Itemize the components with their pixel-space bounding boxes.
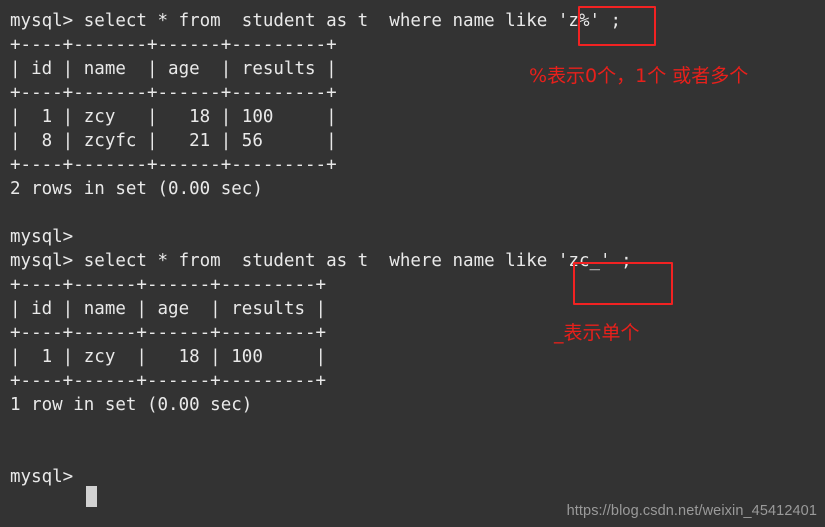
terminal-line-result-summary-2: 1 row in set (0.00 sec) [10, 395, 253, 415]
terminal-line-table1-row-2: | 8 | zcyfc | 21 | 56 | [10, 131, 337, 151]
terminal-line-active-prompt: mysql> [10, 467, 84, 487]
terminal-line-blank-2 [10, 417, 825, 441]
terminal-line-query-1: mysql> select * from student as t where … [10, 11, 622, 31]
terminal-line-blank-1 [10, 201, 825, 225]
annotation-percent-wildcard: %表示0个，1个 或者多个 [529, 65, 749, 87]
terminal-line-table2-header: | id | name | age | results | [10, 299, 327, 319]
terminal-line-table2-top-border: +----+------+------+---------+ [10, 275, 327, 295]
terminal-line-table1-row-1: | 1 | zcy | 18 | 100 | [10, 107, 337, 127]
terminal-line-table1-bottom-border: +----+-------+------+---------+ [10, 155, 337, 175]
terminal-cursor [86, 486, 97, 507]
annotation-underscore-wildcard: _表示单个 [554, 322, 640, 344]
terminal-line-blank-3 [10, 441, 825, 465]
terminal-line-empty-prompt: mysql> [10, 227, 74, 247]
watermark-url: https://blog.csdn.net/weixin_45412401 [566, 503, 817, 519]
terminal-line-result-summary-1: 2 rows in set (0.00 sec) [10, 179, 263, 199]
terminal-line-table1-top-border: +----+-------+------+---------+ [10, 35, 337, 55]
terminal-window[interactable]: mysql> select * from student as t where … [0, 0, 825, 527]
terminal-line-query-2: mysql> select * from student as t where … [10, 251, 632, 271]
terminal-line-table2-bottom-border: +----+------+------+---------+ [10, 371, 327, 391]
terminal-line-table2-row-1: | 1 | zcy | 18 | 100 | [10, 347, 327, 367]
terminal-line-table2-header-border: +----+------+------+---------+ [10, 323, 327, 343]
